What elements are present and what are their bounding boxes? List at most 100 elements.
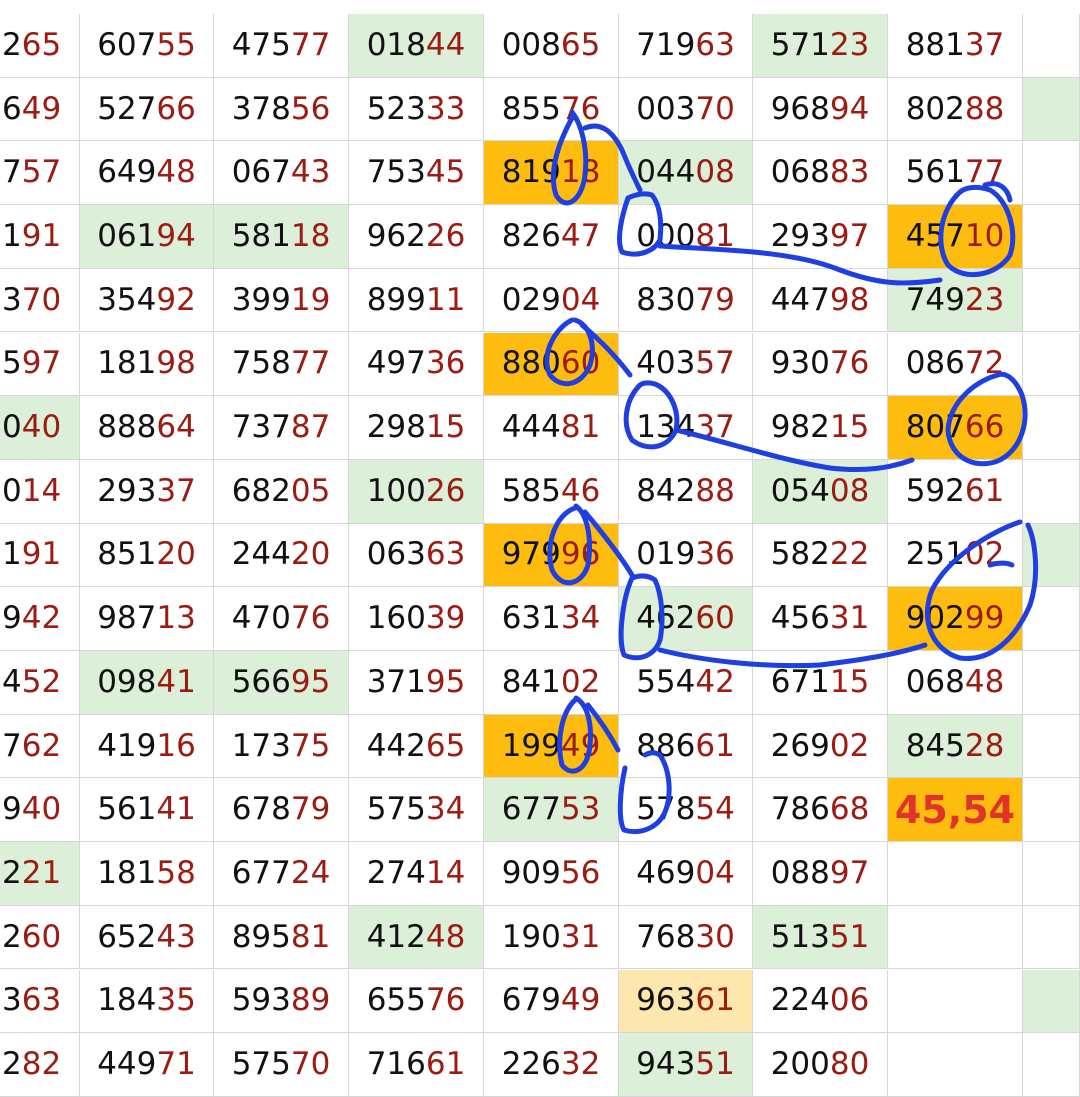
cell-r11-c3[interactable]: 442 65 [349,714,484,779]
cell-r16-c0[interactable]: 2 82 [0,1033,80,1097]
cell-r7-c2[interactable]: 682 05 [214,459,349,524]
cell-r0-c6[interactable]: 571 23 [753,14,888,78]
cell-r4-c3[interactable]: 899 11 [349,268,484,333]
cell-r10-c6[interactable]: 671 15 [753,651,888,715]
cell-r4-c6[interactable]: 447 98 [753,268,888,333]
cell-r0-c2[interactable]: 475 77 [214,14,349,78]
cell-r14-c7[interactable] [888,905,1023,970]
cell-r11-c5[interactable]: 886 61 [619,714,753,779]
cell-r5-c4[interactable]: 880 60 [484,332,619,397]
cell-r9-c2[interactable]: 470 76 [214,587,349,651]
cell-r3-c6[interactable]: 293 97 [753,205,888,269]
cell-r6-c2[interactable]: 737 87 [214,396,349,460]
cell-r2-c4[interactable]: 819 18 [484,141,619,206]
cell-r6-c0[interactable]: 0 40 [0,396,80,460]
cell-r13-c6[interactable]: 088 97 [753,842,888,906]
cell-r8-c6[interactable]: 582 22 [753,523,888,588]
cell-r4-c8[interactable] [1023,268,1080,333]
cell-r1-c8[interactable] [1023,77,1080,142]
cell-r7-c7[interactable]: 592 61 [888,459,1023,524]
cell-r1-c7[interactable]: 802 88 [888,77,1023,142]
cell-r11-c6[interactable]: 269 02 [753,714,888,779]
cell-r2-c6[interactable]: 068 83 [753,141,888,206]
cell-r2-c2[interactable]: 067 43 [214,141,349,206]
cell-r0-c1[interactable]: 607 55 [80,14,214,78]
cell-r2-c5[interactable]: 044 08 [619,141,753,206]
cell-r11-c4[interactable]: 199 49 [484,714,619,779]
cell-r12-c7[interactable]: 45,54 [888,778,1023,843]
cell-r13-c5[interactable]: 469 04 [619,842,753,906]
cell-r15-c2[interactable]: 593 89 [214,969,349,1034]
cell-r13-c7[interactable] [888,842,1023,906]
cell-r7-c8[interactable] [1023,459,1080,524]
cell-r5-c6[interactable]: 930 76 [753,332,888,397]
cell-r10-c7[interactable]: 068 48 [888,651,1023,715]
cell-r14-c3[interactable]: 412 48 [349,905,484,970]
cell-r14-c4[interactable]: 190 31 [484,905,619,970]
cell-r12-c2[interactable]: 678 79 [214,778,349,843]
cell-r15-c0[interactable]: 3 63 [0,969,80,1034]
cell-r7-c4[interactable]: 585 46 [484,459,619,524]
cell-r8-c3[interactable]: 063 63 [349,523,484,588]
cell-r3-c4[interactable]: 826 47 [484,205,619,269]
cell-r6-c8[interactable] [1023,396,1080,460]
cell-r15-c4[interactable]: 679 49 [484,969,619,1034]
cell-r12-c0[interactable]: 9 40 [0,778,80,843]
cell-r11-c2[interactable]: 173 75 [214,714,349,779]
cell-r9-c0[interactable]: 9 42 [0,587,80,651]
cell-r4-c2[interactable]: 399 19 [214,268,349,333]
cell-r3-c0[interactable]: 1 91 [0,205,80,269]
cell-r10-c0[interactable]: 4 52 [0,651,80,715]
cell-r10-c3[interactable]: 371 95 [349,651,484,715]
cell-r2-c7[interactable]: 561 77 [888,141,1023,206]
cell-r6-c6[interactable]: 982 15 [753,396,888,460]
cell-r15-c3[interactable]: 655 76 [349,969,484,1034]
cell-r9-c4[interactable]: 631 34 [484,587,619,651]
cell-r1-c0[interactable]: 6 49 [0,77,80,142]
cell-r3-c7[interactable]: 457 10 [888,205,1023,269]
cell-r14-c6[interactable]: 513 51 [753,905,888,970]
cell-r7-c3[interactable]: 100 26 [349,459,484,524]
cell-r14-c5[interactable]: 768 30 [619,905,753,970]
cell-r12-c4[interactable]: 677 53 [484,778,619,843]
cell-r15-c6[interactable]: 224 06 [753,969,888,1034]
cell-r9-c8[interactable] [1023,587,1080,651]
cell-r13-c1[interactable]: 181 58 [80,842,214,906]
cell-r13-c3[interactable]: 274 14 [349,842,484,906]
cell-r4-c5[interactable]: 830 79 [619,268,753,333]
cell-r12-c5[interactable]: 578 54 [619,778,753,843]
cell-r5-c2[interactable]: 758 77 [214,332,349,397]
cell-r15-c1[interactable]: 184 35 [80,969,214,1034]
cell-r13-c8[interactable] [1023,842,1080,906]
cell-r4-c7[interactable]: 749 23 [888,268,1023,333]
cell-r2-c1[interactable]: 649 48 [80,141,214,206]
cell-r3-c5[interactable]: 000 81 [619,205,753,269]
cell-r7-c1[interactable]: 293 37 [80,459,214,524]
cell-r8-c5[interactable]: 019 36 [619,523,753,588]
cell-r4-c1[interactable]: 354 92 [80,268,214,333]
cell-r8-c7[interactable]: 251 02 [888,523,1023,588]
cell-r10-c2[interactable]: 566 95 [214,651,349,715]
cell-r0-c8[interactable] [1023,14,1080,78]
cell-r0-c5[interactable]: 719 63 [619,14,753,78]
cell-r3-c3[interactable]: 962 26 [349,205,484,269]
cell-r14-c2[interactable]: 895 81 [214,905,349,970]
cell-r7-c6[interactable]: 054 08 [753,459,888,524]
cell-r16-c1[interactable]: 449 71 [80,1033,214,1097]
cell-r7-c0[interactable]: 0 14 [0,459,80,524]
cell-r12-c1[interactable]: 561 41 [80,778,214,843]
cell-r1-c1[interactable]: 527 66 [80,77,214,142]
cell-r0-c7[interactable]: 881 37 [888,14,1023,78]
cell-r12-c8[interactable] [1023,778,1080,843]
cell-r5-c1[interactable]: 181 98 [80,332,214,397]
cell-r15-c8[interactable] [1023,969,1080,1034]
cell-r8-c8[interactable] [1023,523,1080,588]
cell-r1-c5[interactable]: 003 70 [619,77,753,142]
cell-r5-c8[interactable] [1023,332,1080,397]
cell-r2-c8[interactable] [1023,141,1080,206]
cell-r2-c0[interactable]: 7 57 [0,141,80,206]
cell-r16-c6[interactable]: 200 80 [753,1033,888,1097]
cell-r4-c0[interactable]: 3 70 [0,268,80,333]
cell-r10-c1[interactable]: 098 41 [80,651,214,715]
cell-r0-c3[interactable]: 018 44 [349,14,484,78]
